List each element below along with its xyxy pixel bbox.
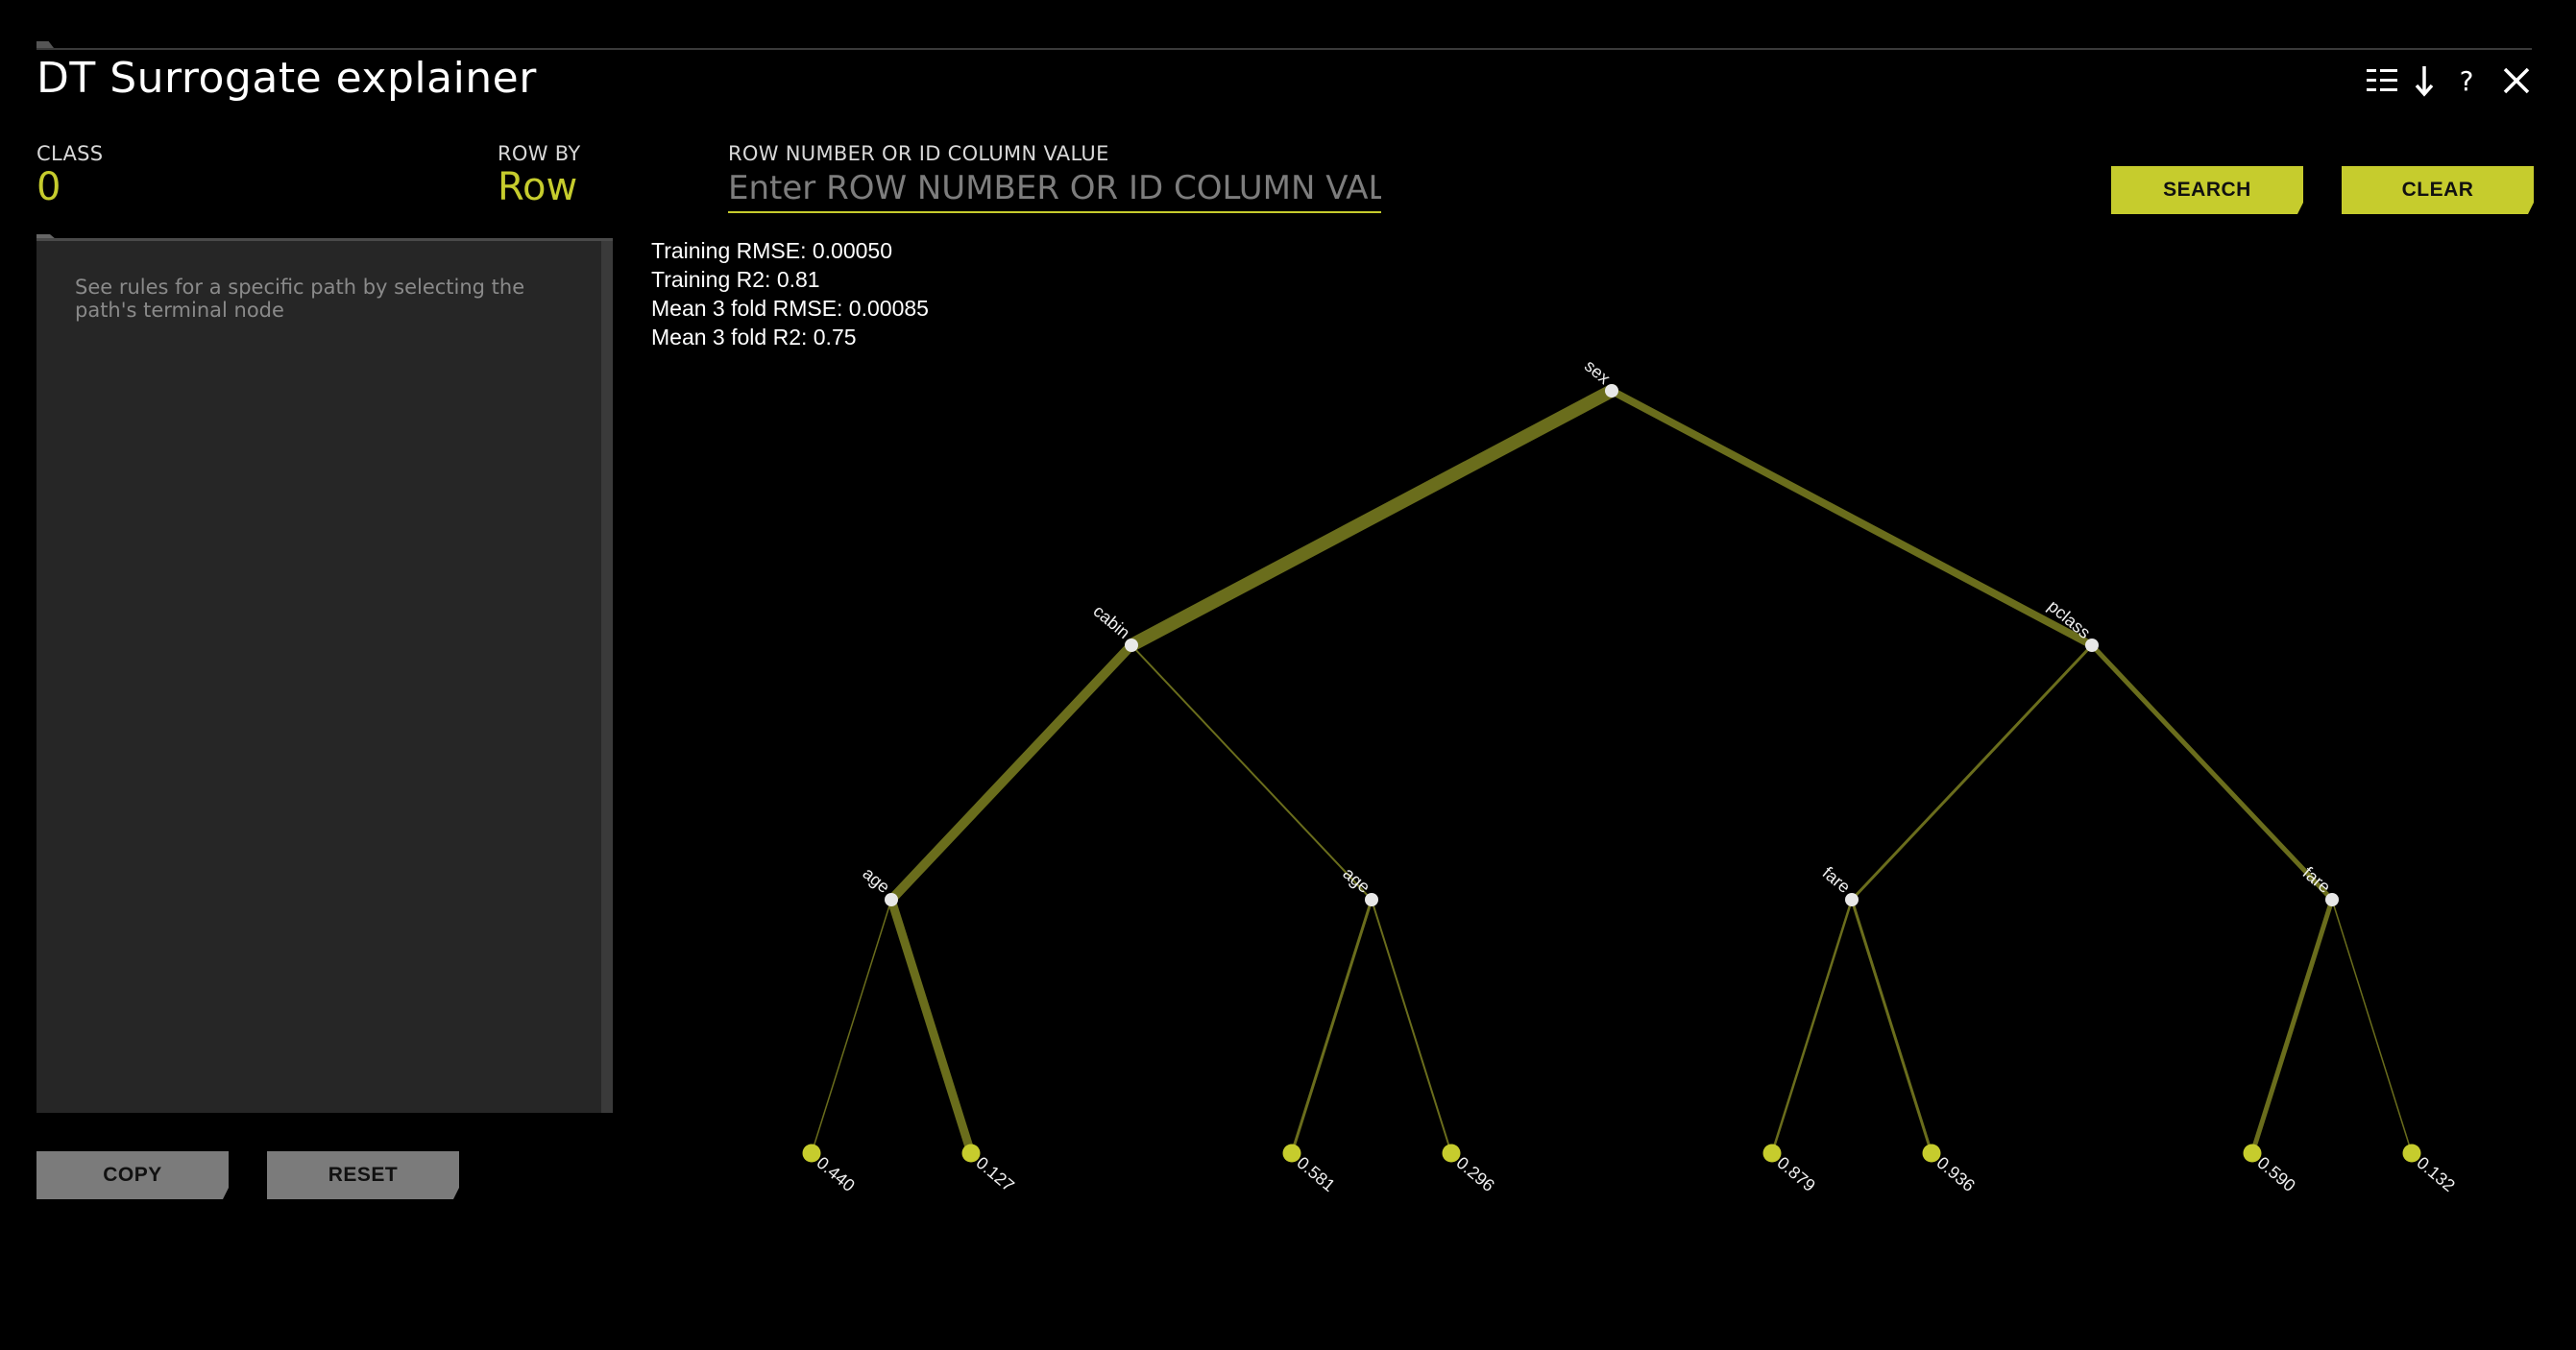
decision-tree: sexcabin pclassage age fare fare0.440 0.127 0.… [802, 356, 2459, 1195]
tree-edge [1850, 643, 2094, 902]
tree-edge [1130, 644, 1373, 901]
tree-node-label: cabin [1089, 601, 1133, 642]
tree-node-label: fare [1819, 863, 1855, 897]
tree-edge [1290, 898, 1373, 1155]
tree-edge [1125, 384, 1618, 652]
tree-node-root[interactable] [1605, 384, 1618, 398]
tree-node-label: age [1339, 863, 1373, 897]
tree-leaf-label: 0.440 [813, 1153, 858, 1195]
tree-node[interactable] [1845, 893, 1859, 906]
tree-node-label: sex [1581, 356, 1614, 388]
tree-leaf-label: 0.127 [972, 1153, 1017, 1195]
tree-leaf-label: 0.936 [1932, 1153, 1978, 1195]
tree-leaf-label: 0.296 [1452, 1153, 1497, 1195]
tree-edge [2331, 899, 2413, 1154]
tree-leaf-node[interactable] [1922, 1144, 1941, 1163]
tree-leaf-node[interactable] [1282, 1144, 1301, 1163]
tree-edge [887, 640, 1136, 904]
tree-node[interactable] [2085, 639, 2099, 652]
tree-edge [1770, 898, 1854, 1155]
tree-leaf-node[interactable] [2402, 1144, 2421, 1163]
tree-edge [2089, 642, 2335, 903]
tree-leaf-node[interactable] [802, 1144, 821, 1163]
tree-leaf-label: 0.581 [1293, 1153, 1338, 1195]
tree-node-label: age [859, 863, 893, 897]
tree-edge [1850, 898, 1933, 1155]
tree-edge [1371, 899, 1452, 1154]
tree-leaf-node[interactable] [2243, 1144, 2262, 1163]
tree-leaf-node[interactable] [1762, 1144, 1782, 1163]
tree-leaf-node[interactable] [1442, 1144, 1461, 1163]
tree-node[interactable] [2325, 893, 2339, 906]
tree-edge [811, 899, 892, 1154]
tree-leaf-label: 0.590 [2253, 1153, 2298, 1195]
tree-leaf-label: 0.879 [1773, 1153, 1818, 1195]
tree-edge [887, 895, 976, 1158]
tree-node[interactable] [1125, 639, 1138, 652]
tree-node[interactable] [1365, 893, 1378, 906]
tree-leaf-label: 0.132 [2413, 1153, 2458, 1195]
tree-node[interactable] [885, 893, 898, 906]
tree-edge [2249, 897, 2335, 1156]
tree-edge [1608, 387, 2096, 649]
tree-leaf-node[interactable] [961, 1144, 981, 1163]
